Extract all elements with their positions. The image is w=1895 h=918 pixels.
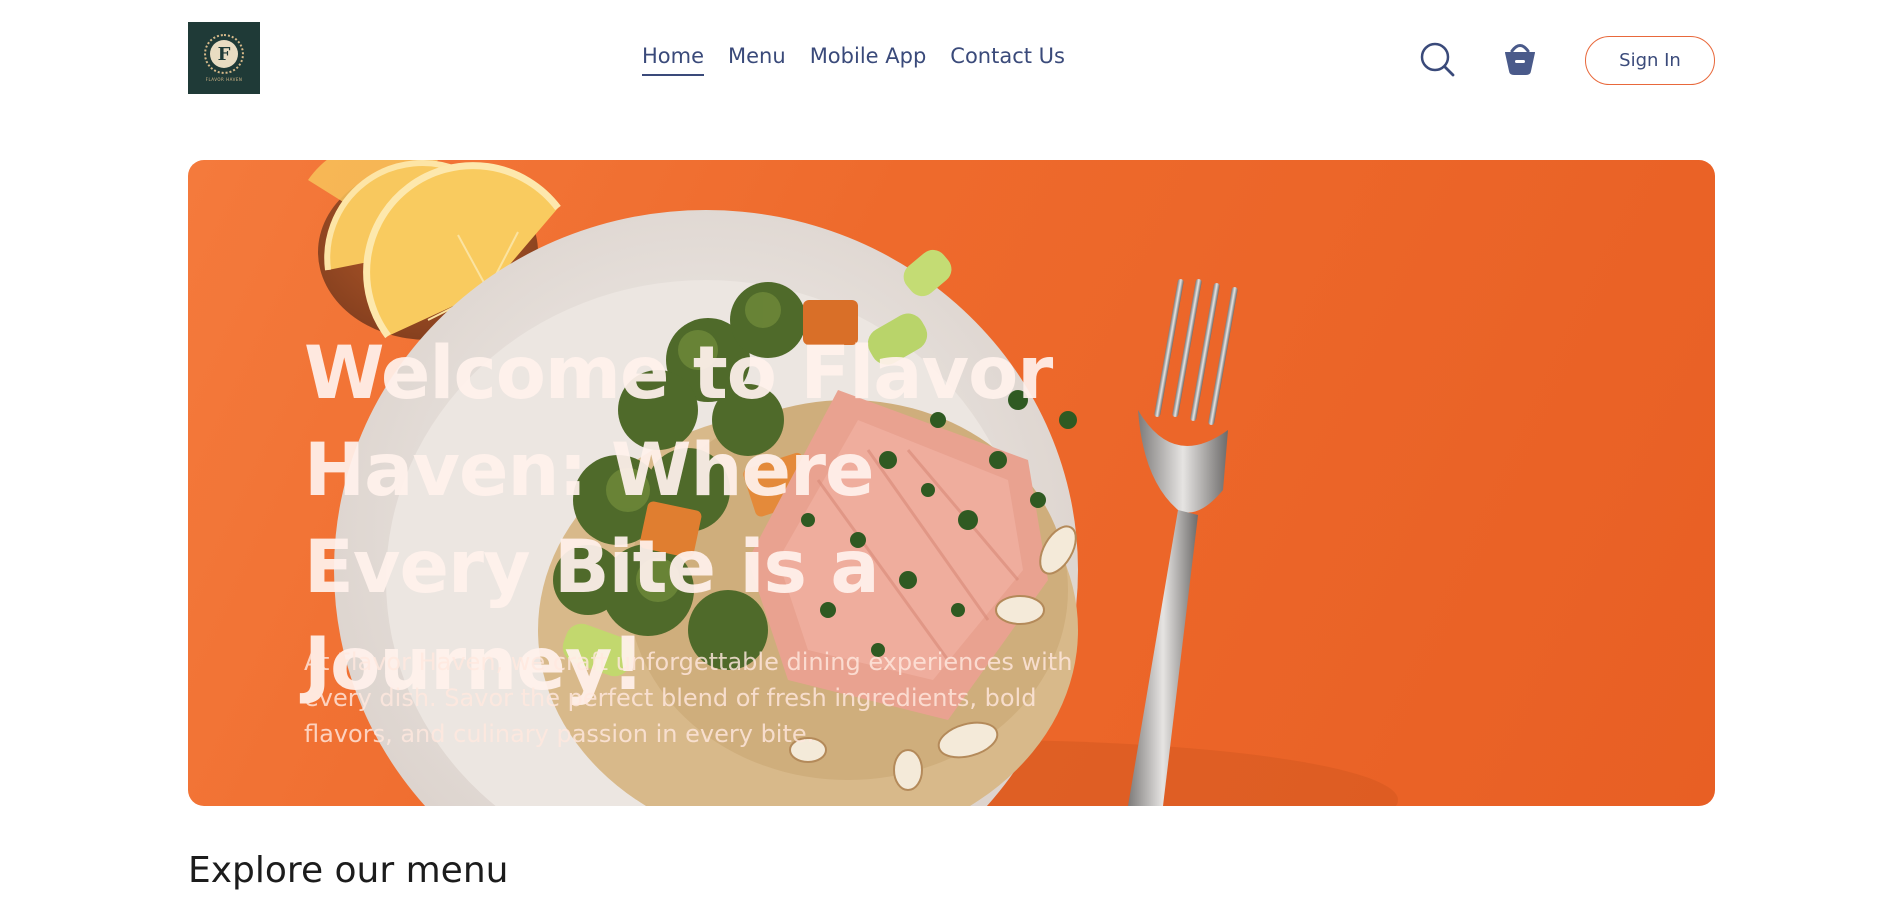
logo-mark: F [210,40,238,68]
brand-logo[interactable]: F FLAVOR HAVEN [188,22,260,94]
sign-in-button[interactable]: Sign In [1585,36,1715,85]
logo-text: FLAVOR HAVEN [205,77,243,82]
nav-link-mobile-app[interactable]: Mobile App [810,44,927,76]
navbar: F FLAVOR HAVEN Home Menu Mobile App Cont… [0,0,1895,120]
hero-description: At Flavor Haven, we craft unforgettable … [304,648,1073,748]
search-icon [1420,42,1455,77]
page: F FLAVOR HAVEN Home Menu Mobile App Cont… [0,0,1895,918]
search-button[interactable] [1418,40,1458,80]
main-nav: Home Menu Mobile App Contact Us [642,44,1065,76]
nav-link-contact-us[interactable]: Contact Us [950,44,1065,76]
nav-link-menu[interactable]: Menu [728,44,786,76]
basket-icon [1505,44,1535,75]
explore-menu-heading: Explore our menu [188,850,509,891]
cart-button[interactable] [1500,38,1540,78]
logo-emblem: F [204,34,244,74]
nav-link-home[interactable]: Home [642,44,705,76]
hero-banner: Welcome to Flavor Haven: Where Every Bit… [188,160,1715,806]
